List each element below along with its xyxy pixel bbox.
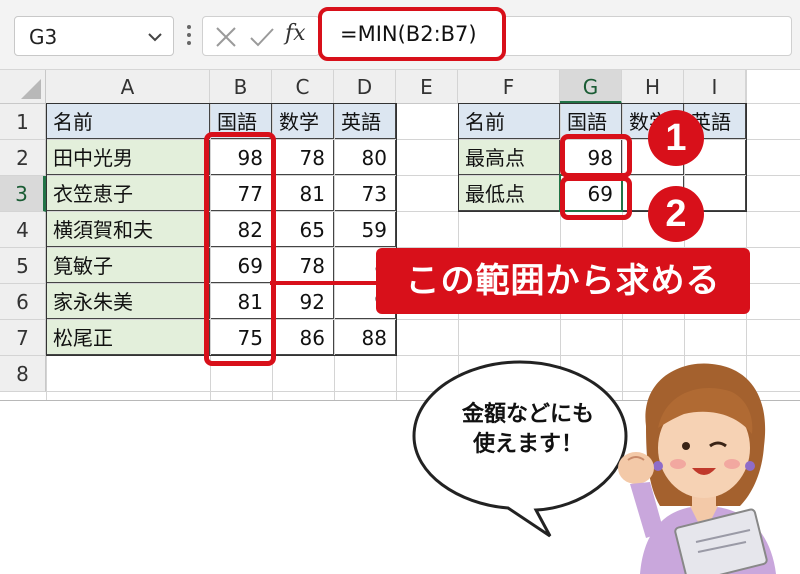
row-header-6[interactable]: 6 <box>0 284 46 320</box>
select-all-corner[interactable] <box>0 70 46 104</box>
min-result-highlight <box>560 176 632 220</box>
step-badge-2: 2 <box>648 186 704 242</box>
row-header-8[interactable]: 8 <box>0 356 46 392</box>
column-header-h[interactable]: H <box>622 70 684 104</box>
row-header-2[interactable]: 2 <box>0 140 46 176</box>
row-header-1[interactable]: 1 <box>0 104 46 140</box>
formula-buttons: fx <box>202 16 320 56</box>
column-header-i[interactable]: I <box>684 70 746 104</box>
column-header-g[interactable]: G <box>560 70 622 104</box>
column-header-b[interactable]: B <box>210 70 272 104</box>
row-header-7[interactable]: 7 <box>0 320 46 356</box>
name-box[interactable]: G3 <box>14 16 174 56</box>
formula-bar: G3 fx =MIN(B2:B7) <box>0 0 800 70</box>
row-header-5[interactable]: 5 <box>0 248 46 284</box>
max-result-highlight <box>560 134 632 178</box>
column-header-a[interactable]: A <box>46 70 210 104</box>
step-badge-1: 1 <box>648 110 704 166</box>
row-header-3[interactable]: 3 <box>0 176 46 212</box>
cancel-icon[interactable] <box>215 26 237 48</box>
name-box-value: G3 <box>29 25 58 49</box>
range-label: この範囲から求める <box>376 248 750 314</box>
insert-function-icon[interactable]: fx <box>285 21 306 46</box>
column-header-e[interactable]: E <box>396 70 458 104</box>
woman-illustration <box>618 363 776 574</box>
more-options-icon[interactable] <box>186 22 192 48</box>
chevron-down-icon[interactable] <box>147 29 163 45</box>
enter-check-icon[interactable] <box>249 26 275 48</box>
speech-bubble-text: 金額などにも 使えます！ <box>461 402 594 457</box>
select-all-triangle-icon <box>21 79 41 99</box>
row-header-4[interactable]: 4 <box>0 212 46 248</box>
formula-text[interactable]: =MIN(B2:B7) <box>340 22 477 46</box>
column-header-f[interactable]: F <box>458 70 560 104</box>
range-label-connector <box>270 281 378 285</box>
column-header-c[interactable]: C <box>272 70 334 104</box>
range-highlight-b2-b7 <box>204 132 276 366</box>
column-header-d[interactable]: D <box>334 70 396 104</box>
